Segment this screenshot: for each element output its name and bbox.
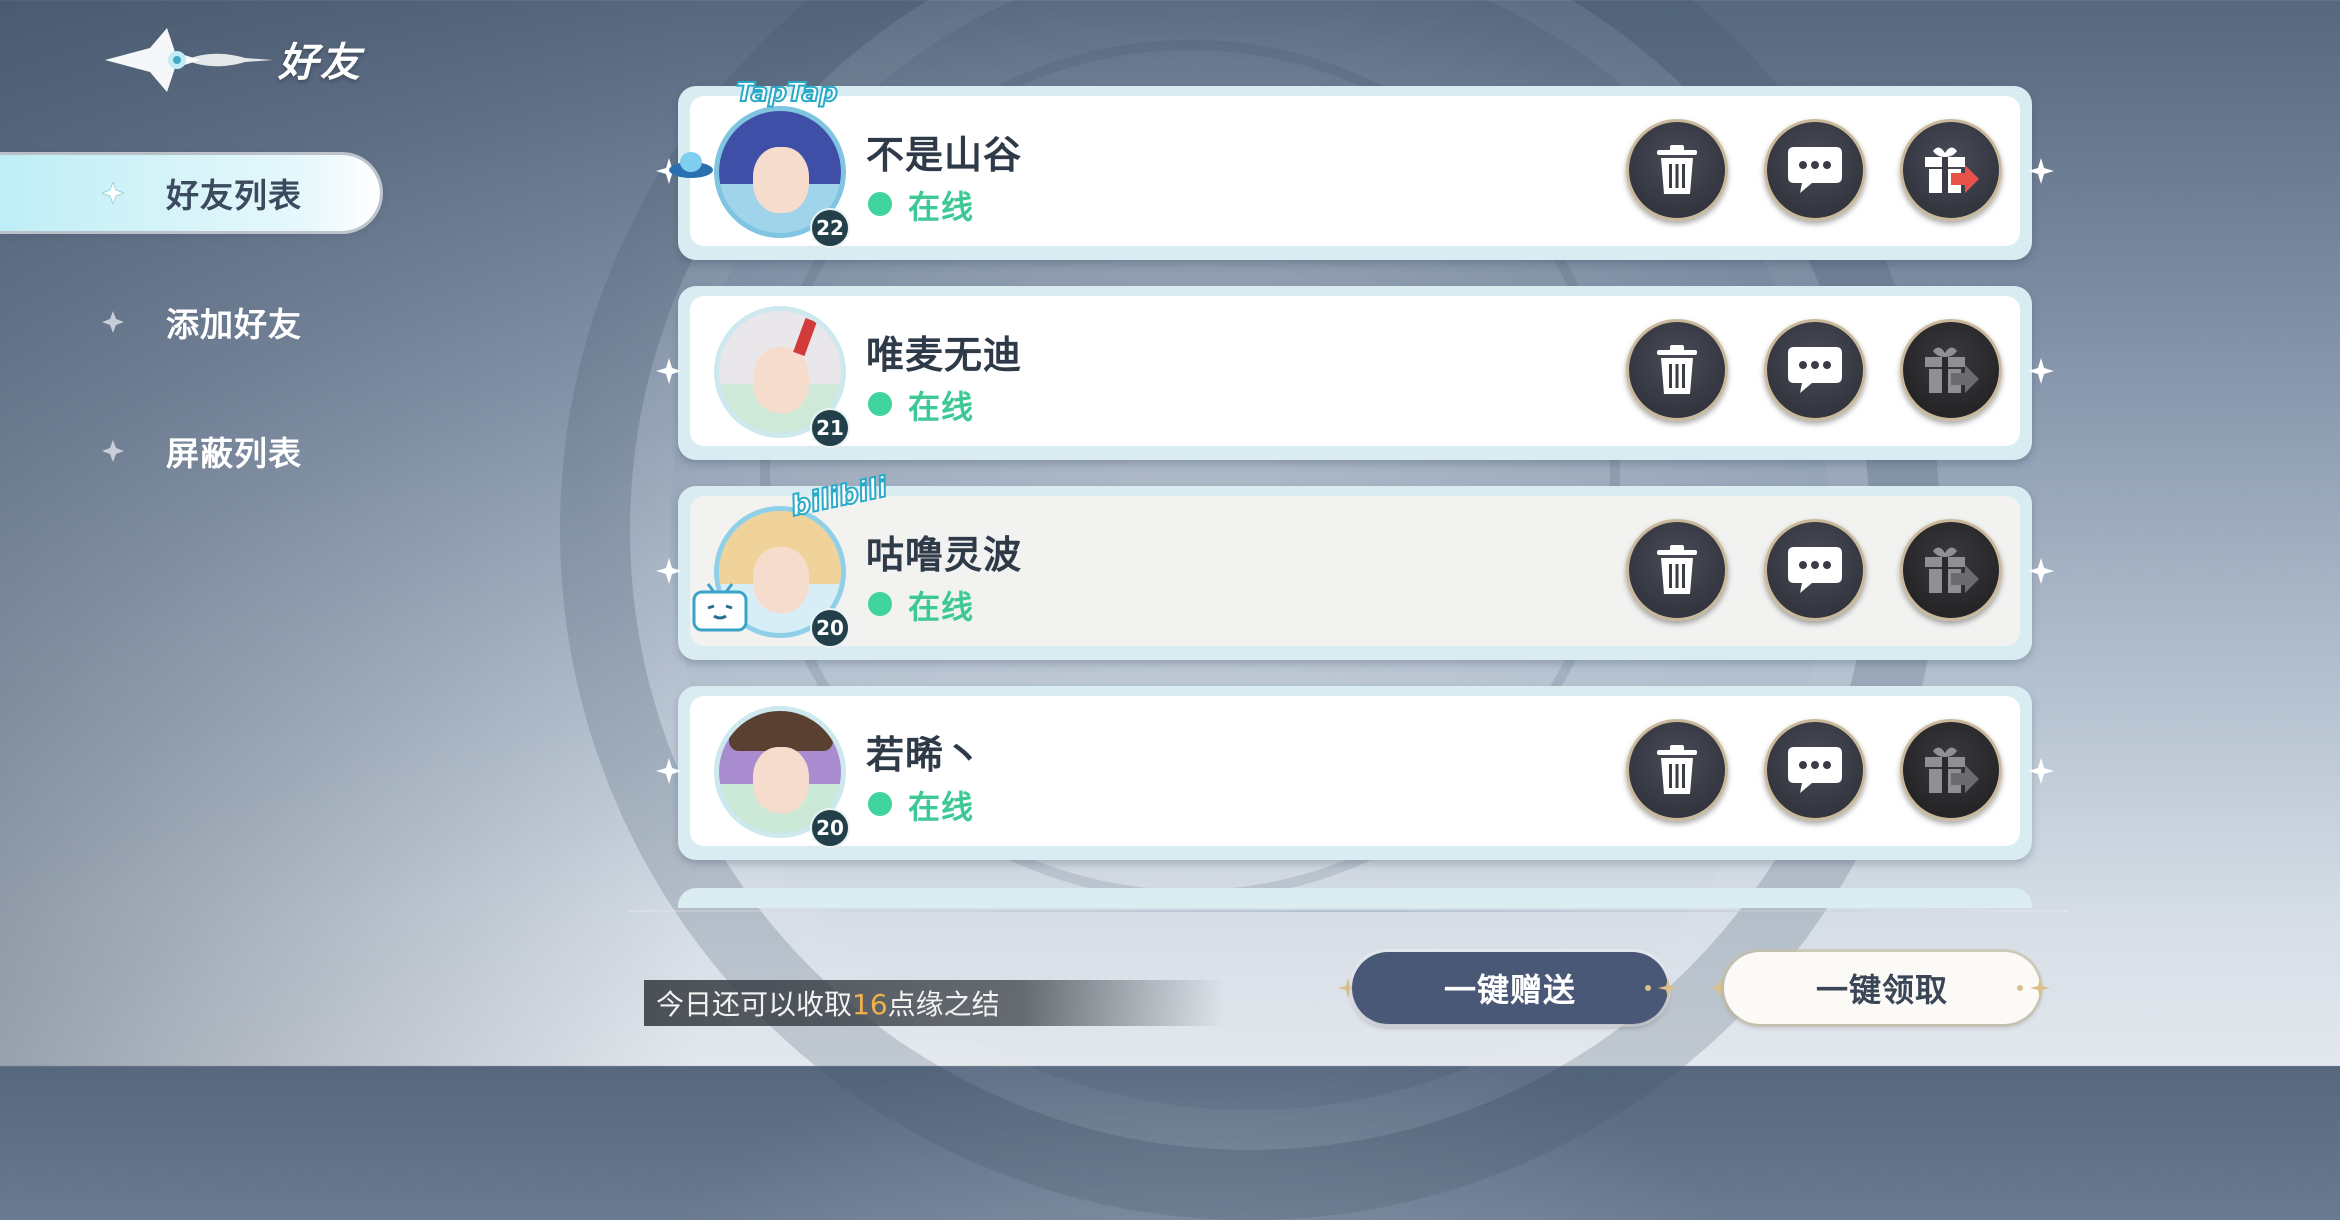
send-gift-button[interactable] [1900,319,2002,421]
sidebar-item-block-list[interactable]: 屏蔽列表 [0,413,380,489]
friend-status: 在线 [908,788,975,826]
friend-card-partial[interactable] [678,888,2032,908]
side-star-icon [656,358,682,384]
trash-icon [1657,345,1697,394]
friend-card[interactable]: bilibili 20 咕噜灵波 在线 [656,469,2054,660]
sparkle-icon [1645,978,1678,998]
ufo-icon [669,152,713,178]
daily-limit-count: 16 [852,988,888,1021]
online-dot [868,192,892,216]
chat-bubble-icon [1788,147,1842,193]
online-dot [868,392,892,416]
level-badge: 20 [810,808,850,848]
level-badge: 20 [810,608,850,648]
trash-icon [1657,145,1697,194]
side-star-icon [2028,158,2054,184]
side-star-icon [2028,558,2054,584]
claim-all-button[interactable]: 一键领取 [1724,952,2040,1024]
delete-friend-button[interactable] [1626,519,1728,621]
friend-status: 在线 [908,388,975,426]
chat-button[interactable] [1764,319,1866,421]
diamond-star-icon [102,440,124,462]
friend-name: 咕噜灵波 [866,533,1023,577]
send-gift-button[interactable] [1900,519,2002,621]
gift-send-icon [1925,547,1979,593]
friend-card[interactable]: 20 若晞丶 在线 [656,686,2054,860]
friend-status: 在线 [908,188,975,226]
side-star-icon [656,758,682,784]
chat-bubble-icon [1788,547,1842,593]
chat-bubble-icon [1788,347,1842,393]
diamond-star-icon [102,182,124,204]
friend-status: 在线 [908,588,975,626]
sidebar-item-label: 添加好友 [166,305,302,344]
friend-card[interactable]: 21 唯麦无迪 在线 [656,286,2054,460]
side-star-icon [656,558,682,584]
delete-friend-button[interactable] [1626,719,1728,821]
sidebar-item-label: 屏蔽列表 [166,434,302,473]
send-gift-button[interactable] [1900,119,2002,221]
avatar-frame-tag: TapTap [735,77,839,109]
chat-bubble-icon [1788,747,1842,793]
daily-limit-text: 今日还可以收取16点缘之结 [656,988,1000,1021]
gift-send-icon [1925,147,1979,193]
chat-button[interactable] [1764,519,1866,621]
friend-name: 不是山谷 [866,133,1023,177]
sidebar-item-friend-list[interactable]: 好友列表 [0,155,380,231]
chat-button[interactable] [1764,719,1866,821]
side-star-icon [2028,358,2054,384]
delete-friend-button[interactable] [1626,119,1728,221]
friend-name: 若晞丶 [866,733,984,777]
friend-name: 唯麦无迪 [866,333,1023,377]
send-all-button[interactable]: 一键赠送 [1352,952,1668,1024]
chat-button[interactable] [1764,119,1866,221]
list-divider [628,910,2068,912]
gift-send-icon [1925,747,1979,793]
gift-send-icon [1925,347,1979,393]
delete-friend-button[interactable] [1626,319,1728,421]
friend-card[interactable]: TapTap 22 不是山谷 在线 [656,77,2054,260]
sparkle-icon [2017,978,2050,998]
side-star-icon [2028,758,2054,784]
sidebar-item-label: 好友列表 [166,176,302,215]
level-badge: 21 [810,408,850,448]
sidebar-item-add-friend[interactable]: 添加好友 [0,284,380,360]
trash-icon [1657,745,1697,794]
diamond-star-icon [102,311,124,333]
trash-icon [1657,545,1697,594]
online-dot [868,792,892,816]
online-dot [868,592,892,616]
level-badge: 22 [810,208,850,248]
winged-emblem-icon [105,28,273,92]
send-gift-button[interactable] [1900,719,2002,821]
bilibili-tv-icon [692,583,748,632]
page-title: 好友 [278,40,362,86]
